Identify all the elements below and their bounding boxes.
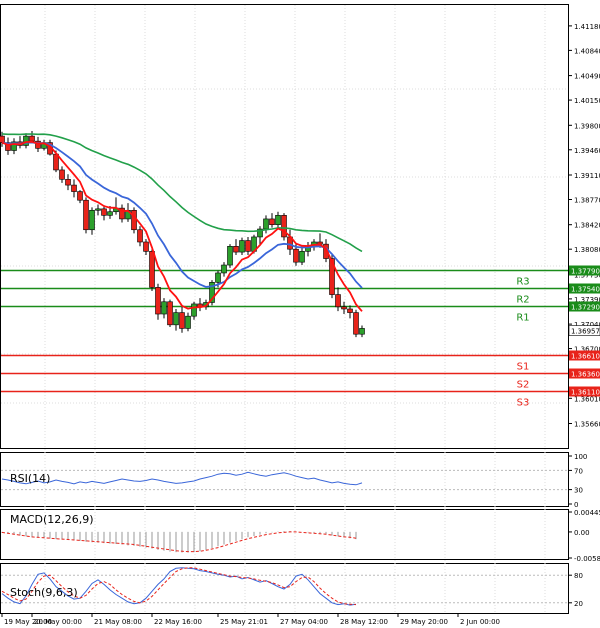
- candle-body: [143, 241, 149, 252]
- candle-body: [89, 209, 95, 231]
- price-tick-label: 1.38770: [574, 196, 600, 204]
- candle-body: [155, 287, 161, 315]
- candle-body: [71, 184, 77, 192]
- candle-body: [101, 208, 107, 216]
- rsi-panel-frame: [0, 452, 569, 507]
- rsi-tick-label: 30: [574, 487, 583, 495]
- level-name-r3: R3: [516, 277, 529, 288]
- candle-body: [161, 301, 167, 315]
- price-tick-label: 1.40490: [574, 73, 600, 81]
- time-axis: 19 May 20:0020 May 00:00 21 May 08:00 22 M…: [1, 613, 500, 626]
- candle-body: [353, 312, 359, 335]
- current-price-label: 1.36957: [571, 328, 600, 336]
- candle-body: [215, 272, 221, 283]
- candle-body: [347, 308, 353, 313]
- rsi-title: RSI(14): [10, 472, 50, 485]
- price-tick-label: 1.40150: [574, 97, 600, 105]
- candle-body: [29, 135, 35, 142]
- candle-body: [185, 315, 191, 329]
- price-tick-label: 1.40840: [574, 47, 600, 55]
- stoch-tick-label: 80: [574, 572, 583, 580]
- macd-tick-label: 0.00: [574, 529, 590, 537]
- candle-body: [83, 199, 89, 231]
- level-name-s2: S2: [517, 380, 530, 391]
- candle-body: [221, 264, 227, 274]
- macd-tick-label: -0.00582: [574, 555, 600, 563]
- candle-body: [167, 301, 173, 326]
- level-price-label: 1.37290: [571, 304, 600, 312]
- time-tick-label: 2 Jun 00:00: [460, 618, 500, 626]
- price-tick-label: 1.39800: [574, 122, 600, 130]
- rsi-tick-label: 70: [574, 467, 583, 475]
- candle-body: [335, 294, 341, 308]
- stoch-title: Stoch(9,6,3): [10, 586, 78, 599]
- rsi-tick-label: 0: [574, 501, 578, 509]
- candle-body: [233, 246, 239, 253]
- candle-body: [77, 191, 83, 201]
- level-name-s1: S1: [517, 362, 530, 373]
- candle-body: [137, 229, 143, 243]
- time-tick-label: 20 May 00:00: [34, 618, 82, 626]
- level-name-r1: R1: [516, 313, 529, 324]
- price-tick-label: 1.38420: [574, 222, 600, 230]
- candle-body: [95, 208, 101, 211]
- stoch-tick-label: 20: [574, 600, 583, 608]
- candle-body: [275, 215, 281, 225]
- level-price-label: 1.36110: [571, 389, 600, 397]
- macd-title: MACD(12,26,9): [10, 513, 94, 526]
- time-tick-label: 21 May 08:00: [94, 618, 142, 626]
- candle-body: [239, 240, 245, 253]
- candle-body: [263, 218, 269, 230]
- forex-chart: 1.41180 1.40840 1.40490 1.40150 1.39800 1.394…: [0, 4, 600, 626]
- candle-body: [23, 135, 29, 146]
- candle-body: [179, 312, 185, 329]
- level-price-label: 1.36360: [571, 371, 600, 379]
- price-tick-label: 1.38080: [574, 246, 600, 254]
- candle-body: [341, 306, 347, 310]
- time-tick-label: 25 May 21:01: [220, 618, 268, 626]
- price-axis: 1.41180 1.40840 1.40490 1.40150 1.39800 1.394…: [568, 23, 600, 429]
- macd-tick-label: 0.00445: [574, 509, 600, 517]
- candle-body: [173, 312, 179, 326]
- candle-body: [299, 251, 305, 263]
- candle-body: [269, 218, 275, 225]
- candle-body: [227, 246, 233, 266]
- level-price-label: 1.36610: [571, 353, 600, 361]
- time-tick-label: 22 May 16:00: [154, 618, 202, 626]
- level-name-r2: R2: [516, 295, 529, 306]
- candle-body: [359, 328, 365, 335]
- price-tick-label: 1.35660: [574, 421, 600, 429]
- level-price-label: 1.37790: [571, 268, 600, 276]
- candle-body: [245, 240, 251, 252]
- candle-body: [59, 169, 65, 180]
- candle-body: [65, 179, 71, 186]
- candle-body: [0, 135, 5, 143]
- time-tick-label: 27 May 04:00: [280, 618, 328, 626]
- time-tick-label: 29 May 20:00: [400, 618, 448, 626]
- candle-body: [149, 251, 155, 288]
- rsi-tick-label: 100: [574, 453, 587, 461]
- price-tick-label: 1.39460: [574, 147, 600, 155]
- time-tick-label: 28 May 12:00: [340, 618, 388, 626]
- price-tick-label: 1.39110: [574, 172, 600, 180]
- price-tick-label: 1.41180: [574, 23, 600, 31]
- level-name-s3: S3: [517, 398, 530, 409]
- candle-body: [107, 211, 113, 216]
- candle-body: [131, 209, 137, 231]
- candle-body: [191, 303, 197, 317]
- level-price-label: 1.37540: [571, 286, 600, 294]
- candle-body: [293, 248, 299, 263]
